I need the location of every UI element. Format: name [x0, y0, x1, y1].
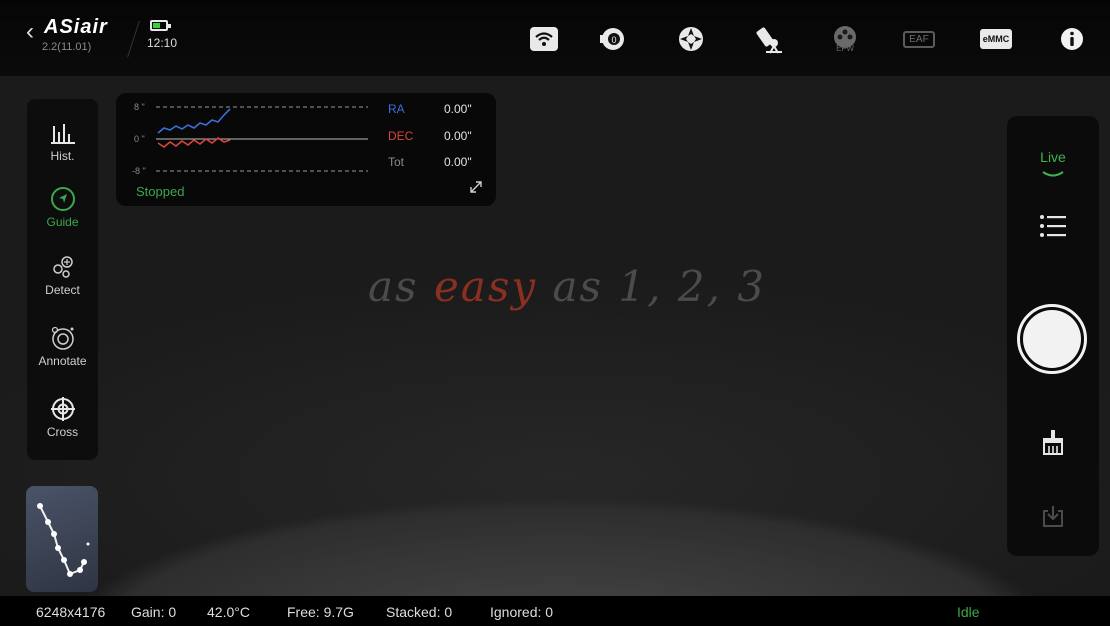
slogan: as easy as 1, 2, 3 — [368, 262, 766, 311]
guide-graph-panel[interactable]: 8 " 0 " -8 " RA 0.00" DEC 0.00" Tot 0.00… — [116, 93, 496, 206]
ignored-count: Ignored: 0 — [490, 604, 554, 620]
left-tool-panel: Hist. Guide Detect Annotate Cross — [27, 99, 98, 460]
eaf-label: EAF — [903, 30, 935, 48]
stacked-count: Stacked: 0 — [386, 604, 453, 620]
guide-scope-icon[interactable] — [675, 24, 707, 54]
slogan-part2: as 1, 2, 3 — [537, 262, 767, 311]
emmc-icon[interactable]: eMMC — [979, 24, 1013, 54]
sky-atlas-thumbnail[interactable] — [26, 486, 98, 592]
app-version: 2.2(11.01) — [42, 41, 92, 53]
camera-icon[interactable]: 0 — [597, 24, 629, 54]
live-mode-label[interactable]: Live — [1007, 149, 1099, 165]
clock: 12:10 — [147, 36, 178, 50]
gain: Gain: 0 — [131, 604, 177, 620]
wifi-icon[interactable] — [528, 24, 560, 54]
dec-label: DEC — [388, 129, 414, 143]
slogan-highlight: easy — [433, 262, 538, 311]
eaf-icon[interactable]: EAF — [903, 24, 935, 54]
brand-logo: ASiair — [44, 16, 108, 38]
histogram-icon — [49, 119, 77, 147]
tool-cross[interactable]: Cross — [27, 395, 98, 439]
crosshair-icon — [49, 395, 77, 423]
tool-guide-label: Guide — [46, 215, 79, 229]
tot-value: 0.00" — [444, 155, 472, 169]
broom-clear-icon[interactable] — [1039, 428, 1067, 456]
detect-stars-icon — [49, 253, 77, 281]
resolution: 6248x4176 — [36, 604, 106, 620]
svg-text:0: 0 — [611, 35, 616, 45]
emmc-label: eMMC — [979, 29, 1013, 49]
tool-annotate-label: Annotate — [38, 354, 87, 368]
efw-icon[interactable]: EFW — [829, 24, 861, 54]
divider — [127, 20, 140, 58]
top-bar: ‹ ASiair 2.2(11.01) 12:10 0 EFW EAF eMMC — [0, 0, 1110, 76]
dec-value: 0.00" — [444, 129, 472, 143]
tool-cross-label: Cross — [46, 425, 79, 439]
guide-graph — [156, 106, 368, 172]
status-bar: 6248x4176 Gain: 0 42.0°C Free: 9.7G Stac… — [0, 596, 1110, 626]
slogan-part1: as — [368, 262, 434, 311]
tick-top: 8 " — [134, 102, 145, 112]
shutter-button[interactable] — [1017, 304, 1087, 374]
capture-state: Idle — [957, 604, 980, 620]
list-menu-icon[interactable] — [1039, 212, 1067, 240]
constellation-icon — [37, 503, 90, 577]
tool-detect-label: Detect — [45, 283, 80, 297]
annotate-icon — [49, 324, 77, 352]
battery-icon — [150, 20, 171, 31]
free-space: Free: 9.7G — [287, 604, 354, 620]
mount-icon[interactable] — [754, 24, 786, 54]
tool-guide[interactable]: Guide — [27, 185, 98, 229]
guide-arrow-icon — [49, 185, 77, 213]
back-chevron-icon[interactable]: ‹ — [26, 20, 34, 44]
tick-mid: 0 " — [134, 134, 145, 144]
temperature: 42.0°C — [207, 604, 250, 620]
tot-label: Tot — [388, 155, 405, 169]
right-control-panel: Live — [1007, 116, 1099, 556]
shutter-inner — [1023, 310, 1081, 368]
ra-value: 0.00" — [444, 102, 472, 116]
tool-annotate[interactable]: Annotate — [27, 324, 98, 368]
tool-detect[interactable]: Detect — [27, 253, 98, 297]
tick-bottom: -8 " — [132, 166, 146, 176]
info-icon[interactable] — [1056, 24, 1088, 54]
efw-label: EFW — [836, 44, 854, 53]
chevron-down-icon[interactable] — [1042, 171, 1064, 179]
tool-hist-label: Hist. — [50, 149, 75, 163]
save-download-icon[interactable] — [1039, 502, 1067, 530]
expand-icon[interactable] — [468, 179, 484, 200]
ra-label: RA — [388, 102, 405, 116]
tool-hist[interactable]: Hist. — [27, 119, 98, 163]
ra-trace — [157, 108, 231, 134]
guide-status: Stopped — [136, 184, 185, 199]
